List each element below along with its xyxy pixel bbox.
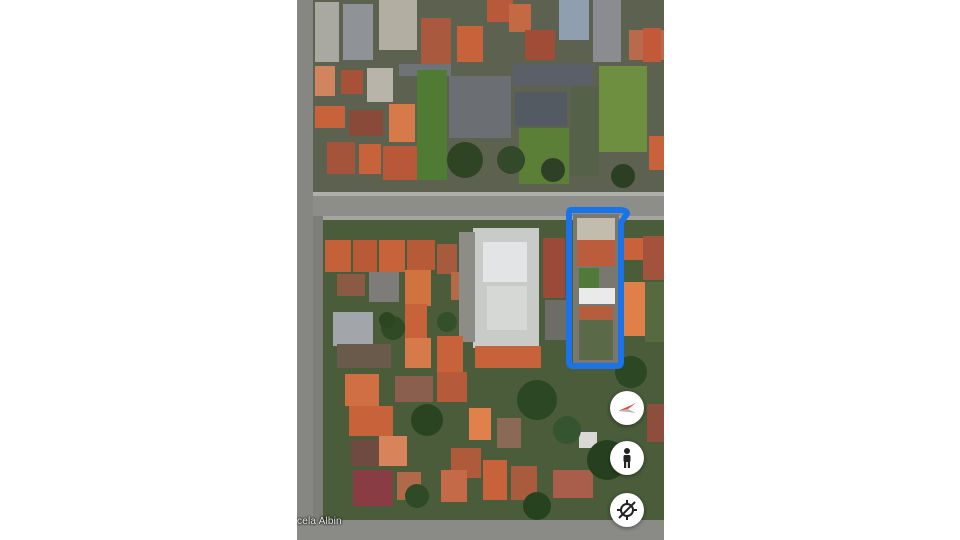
pegman-icon [619,447,635,469]
street-view-button[interactable] [610,441,644,475]
location-disabled-icon [616,499,638,521]
satellite-map[interactable]: cela Albin [297,0,664,540]
location-button[interactable] [610,493,644,527]
satellite-imagery[interactable] [297,0,664,540]
compass-icon [616,401,638,415]
screenshot-page: cela Albin [0,0,960,540]
street-name-label: cela Albin [297,516,342,527]
compass-button[interactable] [610,391,644,425]
